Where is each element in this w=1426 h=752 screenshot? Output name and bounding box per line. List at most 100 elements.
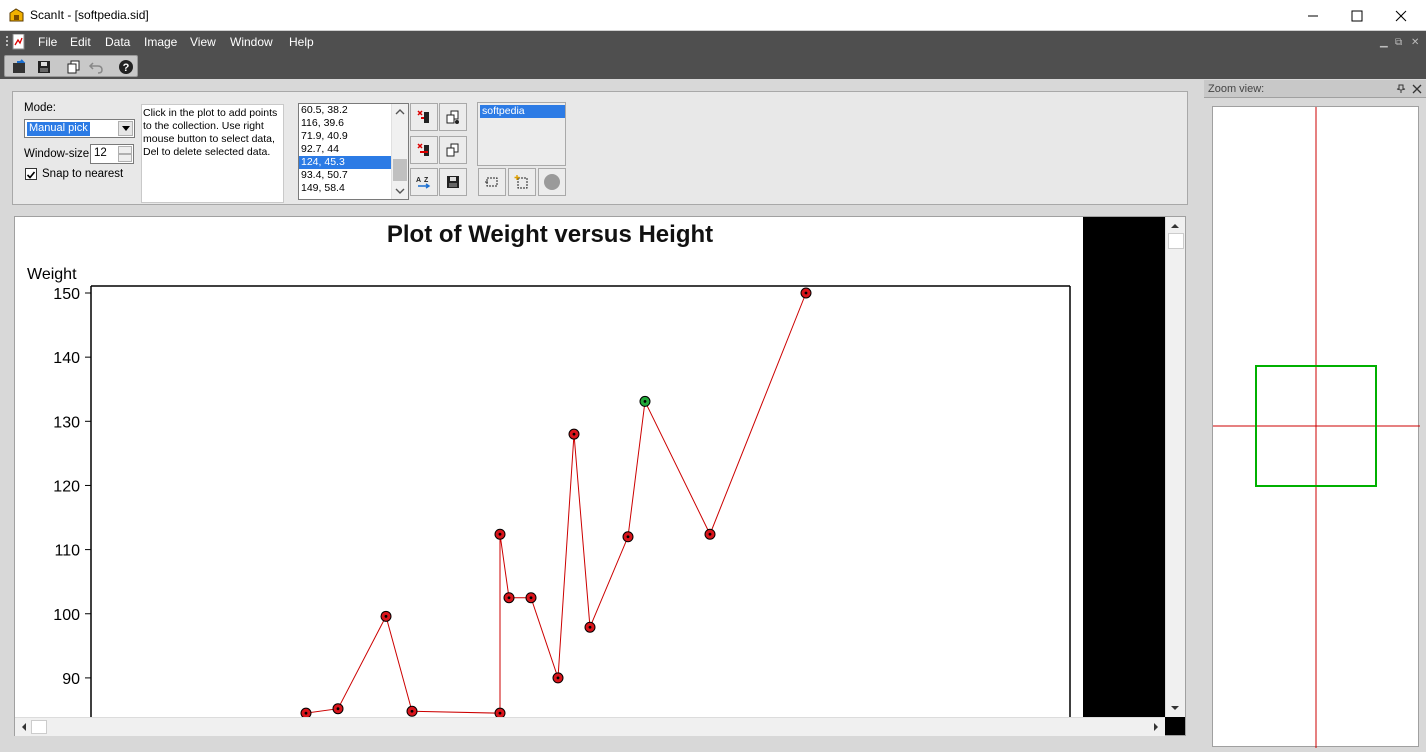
delete-point-icon <box>417 110 429 123</box>
copy-icon <box>67 60 80 74</box>
select-region-button[interactable] <box>478 168 506 196</box>
svg-text:?: ? <box>123 62 130 74</box>
open-icon <box>13 59 26 73</box>
copy-points-button[interactable] <box>439 103 467 131</box>
paste-button[interactable] <box>439 136 467 164</box>
svg-text:A: A <box>416 177 421 184</box>
delete-all-button[interactable] <box>410 136 438 164</box>
delete-all-icon <box>417 143 429 156</box>
save-icon <box>38 61 50 73</box>
snap-label: Snap to nearest <box>42 168 124 180</box>
close-button[interactable] <box>1378 0 1424 31</box>
chevron-down-icon[interactable] <box>392 185 408 197</box>
chevron-up-icon[interactable] <box>392 106 408 118</box>
mode-label: Mode: <box>24 102 56 114</box>
y-tick-label: 100 <box>53 607 80 624</box>
mdi-close-icon[interactable]: ✕ <box>1411 37 1419 48</box>
plot-title: Plot of Weight versus Height <box>387 221 713 248</box>
help-button[interactable]: ? <box>117 58 135 76</box>
close-icon[interactable] <box>1412 84 1422 94</box>
data-point-center <box>498 711 502 715</box>
chevron-down-icon[interactable] <box>118 121 133 136</box>
select-region-icon <box>485 177 498 187</box>
scatter-plot[interactable]: Plot of Weight versus Height Weight 1501… <box>15 217 1186 736</box>
dataset-item[interactable]: softpedia <box>480 105 565 118</box>
title-bar: ScanIt - [softpedia.sid] <box>0 0 1426 31</box>
y-ticks: 150 140 130 120 110 100 90 <box>53 286 91 688</box>
data-point-center <box>384 614 388 618</box>
stepper-down-icon[interactable] <box>118 154 132 162</box>
menu-bar: File Edit Data Image View Window Help ▁ … <box>0 31 1426 53</box>
points-list[interactable]: 60.5, 38.2 116, 39.6 71.9, 40.9 92.7, 44 124… <box>298 103 409 200</box>
save-button[interactable] <box>35 58 53 76</box>
new-dataset-button[interactable] <box>508 168 536 196</box>
data-point-center <box>643 400 647 403</box>
points-list-item[interactable]: 93.4, 50.7 <box>299 169 391 182</box>
data-point-center <box>529 596 533 600</box>
mode-select[interactable]: Manual pick <box>24 119 135 138</box>
record-button[interactable] <box>538 168 566 196</box>
stepper-up-icon[interactable] <box>118 146 132 154</box>
menu-data[interactable]: Data <box>105 35 130 49</box>
points-list-item[interactable]: 92.7, 44 <box>299 143 391 156</box>
mdi-restore-icon[interactable]: ⧉ <box>1395 37 1402 48</box>
menu-window[interactable]: Window <box>230 35 273 49</box>
chevron-right-icon[interactable] <box>1149 718 1163 736</box>
document-icon[interactable] <box>6 34 26 50</box>
plot-vertical-scroll-thumb[interactable] <box>1168 233 1184 249</box>
zoom-view <box>1212 106 1420 748</box>
delete-point-button[interactable] <box>410 103 438 131</box>
close-icon <box>1395 10 1407 21</box>
menu-file[interactable]: File <box>38 35 57 49</box>
data-point-center <box>556 676 560 680</box>
window-size-value: 12 <box>94 147 107 159</box>
dataset-list[interactable]: softpedia <box>477 102 566 166</box>
sort-button[interactable]: AZ <box>410 168 438 196</box>
points-list-item[interactable]: 116, 39.6 <box>299 117 391 130</box>
chevron-down-icon[interactable] <box>1166 701 1184 715</box>
paste-icon <box>446 143 459 157</box>
help-text: Click in the plot to add points to the c… <box>141 104 284 203</box>
y-tick-label: 90 <box>62 671 80 688</box>
data-point-center <box>572 432 576 436</box>
data-point-center <box>804 291 808 295</box>
chevron-left-icon[interactable] <box>17 718 31 736</box>
points-list-item[interactable]: 60.5, 38.2 <box>299 104 391 117</box>
undo-button[interactable] <box>87 58 105 76</box>
maximize-button[interactable] <box>1334 0 1380 31</box>
menu-view[interactable]: View <box>190 35 216 49</box>
checkmark-icon <box>26 171 36 179</box>
pin-icon[interactable] <box>1396 84 1406 94</box>
points-list-item[interactable]: 149, 58.4 <box>299 182 391 195</box>
points-list-item[interactable]: 71.9, 40.9 <box>299 130 391 143</box>
zoom-header: Zoom view: <box>1204 80 1426 98</box>
menu-edit[interactable]: Edit <box>70 35 91 49</box>
y-tick-label: 120 <box>53 478 80 495</box>
plot-vertical-scrollbar[interactable] <box>1165 217 1185 717</box>
plot-canvas[interactable]: Plot of Weight versus Height Weight 150 1… <box>14 216 1186 736</box>
window-size-stepper[interactable]: 12 <box>90 144 134 164</box>
mdi-minimize-icon[interactable]: ▁ <box>1380 37 1388 48</box>
menu-image[interactable]: Image <box>144 35 177 49</box>
menu-help[interactable]: Help <box>289 35 314 49</box>
minimize-icon <box>1308 15 1318 16</box>
record-icon <box>544 174 560 190</box>
minimize-button[interactable] <box>1290 0 1336 31</box>
points-list-scrollbar[interactable] <box>391 104 408 199</box>
open-button[interactable] <box>11 58 29 76</box>
app-icon <box>9 8 24 22</box>
plot-horizontal-scrollbar[interactable] <box>15 717 1165 736</box>
save-points-button[interactable] <box>439 168 467 196</box>
y-axis-title: Weight <box>27 266 77 283</box>
points-list-item[interactable]: 124, 45.3 <box>299 156 391 169</box>
toolbar: ? <box>0 53 1426 79</box>
copy-button[interactable] <box>65 58 83 76</box>
data-series[interactable] <box>300 287 812 719</box>
snap-checkbox[interactable] <box>25 168 37 180</box>
y-tick-label: 140 <box>53 350 80 367</box>
points-list-scroll-thumb[interactable] <box>393 159 407 181</box>
data-point-center <box>626 535 630 539</box>
chevron-up-icon[interactable] <box>1166 219 1184 233</box>
undo-icon <box>88 62 103 74</box>
plot-horizontal-scroll-thumb[interactable] <box>31 720 47 734</box>
